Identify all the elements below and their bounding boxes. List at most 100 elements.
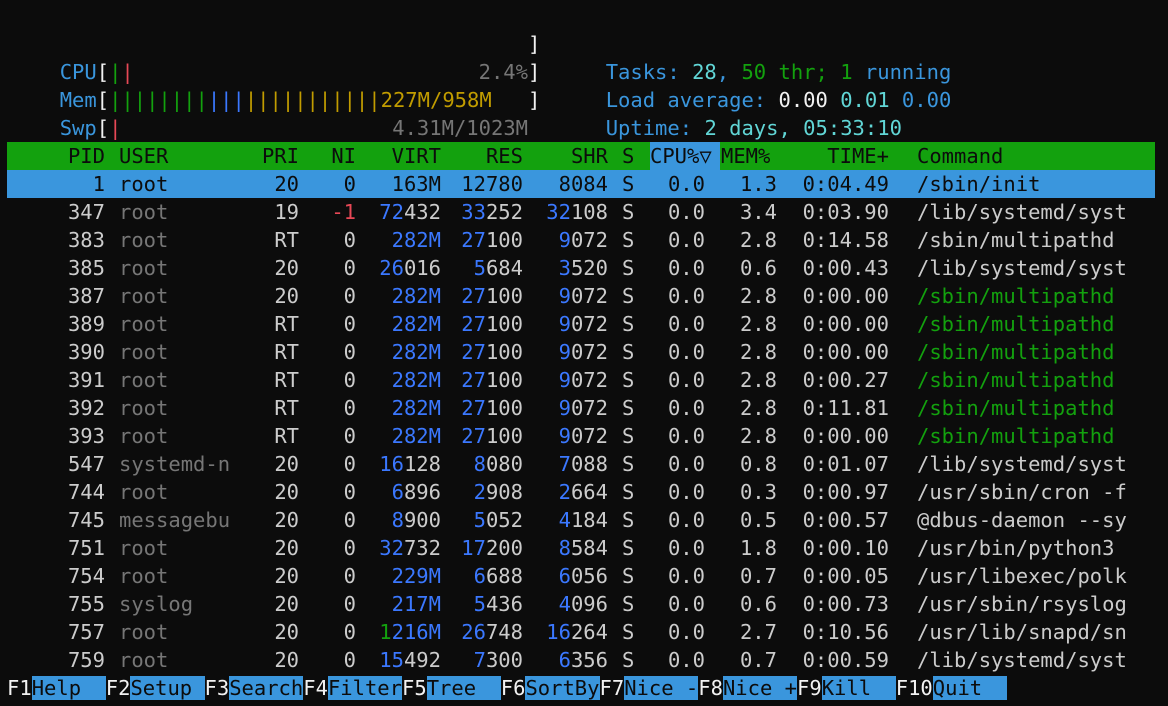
process-ni: 0 — [343, 648, 356, 672]
process-time: 0:03.90 — [802, 200, 889, 224]
process-mem: 0.7 — [739, 564, 777, 588]
process-pri: 20 — [274, 172, 299, 196]
process-virt: 32732 — [379, 536, 441, 560]
process-pid: 759 — [67, 648, 105, 672]
process-command: /sbin/multipathd — [917, 396, 1115, 420]
process-command: /sbin/multipathd — [917, 340, 1115, 364]
process-pid: 751 — [67, 536, 105, 560]
fkey-label: Setup — [130, 676, 205, 700]
col-command[interactable]: Command — [917, 142, 1147, 170]
process-pri: 20 — [274, 452, 299, 476]
process-shr: 9072 — [558, 284, 608, 308]
fkey-f6[interactable]: F6SortBy — [501, 676, 600, 700]
process-pid: 390 — [67, 340, 105, 364]
process-virt: 282M — [391, 396, 441, 420]
process-pri: 20 — [274, 592, 299, 616]
process-time: 0:00.57 — [802, 508, 889, 532]
process-pid: 547 — [67, 452, 105, 476]
process-res: 27100 — [461, 368, 523, 392]
process-cpu: 0.0 — [667, 620, 705, 644]
process-mem: 2.8 — [739, 340, 777, 364]
process-virt: 282M — [391, 228, 441, 252]
fkey-f3[interactable]: F3Search — [205, 676, 304, 700]
process-time: 0:00.10 — [802, 536, 889, 560]
col-pid[interactable]: PID — [7, 142, 105, 170]
cpu-meter-value: 2.4% — [0, 30, 528, 84]
process-shr: 9072 — [558, 228, 608, 252]
process-virt: 282M — [391, 340, 441, 364]
process-time: 0:00.27 — [802, 368, 889, 392]
fkey-number: F3 — [204, 676, 230, 700]
process-pid: 745 — [67, 508, 105, 532]
process-ni: 0 — [343, 172, 356, 196]
process-cpu: 0.0 — [667, 508, 705, 532]
process-res: 5052 — [473, 508, 523, 532]
process-shr: 9072 — [558, 312, 608, 336]
col-time[interactable]: TIME+ — [787, 142, 889, 170]
fkey-number: F9 — [797, 676, 822, 700]
fkey-label: Search — [229, 676, 304, 700]
process-cpu: 0.0 — [667, 480, 705, 504]
process-time: 0:14.58 — [802, 228, 889, 252]
col-user[interactable]: USER — [119, 142, 249, 170]
col-state[interactable]: S — [622, 142, 642, 170]
process-command: /usr/sbin/rsyslog — [917, 592, 1127, 616]
fkey-label: Nice - — [624, 676, 699, 700]
swp-meter-close-bracket: ] — [528, 88, 541, 112]
col-shr[interactable]: SHR — [532, 142, 608, 170]
process-ni: 0 — [343, 396, 356, 420]
process-pid: 392 — [67, 396, 105, 420]
process-shr: 9072 — [558, 396, 608, 420]
fkey-f2[interactable]: F2Setup — [106, 676, 205, 700]
process-mem: 2.8 — [739, 368, 777, 392]
process-pri: 20 — [274, 536, 299, 560]
process-shr: 7088 — [558, 452, 608, 476]
process-ni: 0 — [343, 368, 356, 392]
process-pri: RT — [274, 424, 299, 448]
col-res[interactable]: RES — [447, 142, 523, 170]
fkey-f7[interactable]: F7Nice - — [600, 676, 699, 700]
fkey-f8[interactable]: F8Nice + — [698, 676, 797, 700]
col-cpu-sorted[interactable]: CPU%▽ — [650, 142, 720, 170]
process-pri: RT — [274, 396, 299, 420]
process-res: 17200 — [461, 536, 523, 560]
process-pid: 755 — [67, 592, 105, 616]
process-row[interactable]: 1 root 20 0 163M 12780 8084 S 0.0 1.3 0:04.49/sbin… — [7, 170, 1155, 198]
col-pri[interactable]: PRI — [249, 142, 299, 170]
process-shr: 32108 — [546, 200, 608, 224]
fkey-f9[interactable]: F9Kill — [797, 676, 896, 700]
process-pid: 1 — [92, 172, 105, 196]
col-ni[interactable]: NI — [312, 142, 356, 170]
fkey-f5[interactable]: F5Tree — [402, 676, 501, 700]
process-virt: 8900 — [391, 508, 441, 532]
process-mem: 0.8 — [739, 452, 777, 476]
process-user: root — [119, 172, 169, 196]
fkey-f4[interactable]: F4Filter — [303, 676, 402, 700]
process-user: root — [119, 368, 169, 392]
fkey-label: Quit — [932, 676, 1007, 700]
col-mem[interactable]: MEM% — [721, 142, 781, 170]
process-shr: 9072 — [558, 340, 608, 364]
process-res: 8080 — [473, 452, 523, 476]
process-shr: 4096 — [558, 592, 608, 616]
process-cpu: 0.0 — [667, 312, 705, 336]
process-table-header: PID USER PRI NI VIRT RES SHR S CPU%▽ MEM… — [7, 142, 1155, 170]
process-virt: 16128 — [379, 452, 441, 476]
process-command: /sbin/multipathd — [917, 228, 1115, 252]
process-command: /sbin/multipathd — [917, 312, 1115, 336]
process-cpu: 0.0 — [667, 424, 705, 448]
process-command: /sbin/multipathd — [917, 424, 1115, 448]
fkey-f1[interactable]: F1Help — [7, 676, 106, 700]
process-cpu: 0.0 — [667, 536, 705, 560]
process-mem: 2.7 — [739, 620, 777, 644]
process-pid: 754 — [67, 564, 105, 588]
process-res: 5684 — [473, 256, 523, 280]
fkey-f10[interactable]: F10Quit — [896, 676, 1007, 700]
process-res: 12780 — [461, 172, 523, 196]
process-time: 0:00.97 — [802, 480, 889, 504]
process-ni: 0 — [343, 480, 356, 504]
col-virt[interactable]: VIRT — [367, 142, 441, 170]
process-virt: 282M — [391, 424, 441, 448]
fkey-number: F7 — [599, 676, 625, 700]
fkey-number: F5 — [402, 676, 427, 700]
